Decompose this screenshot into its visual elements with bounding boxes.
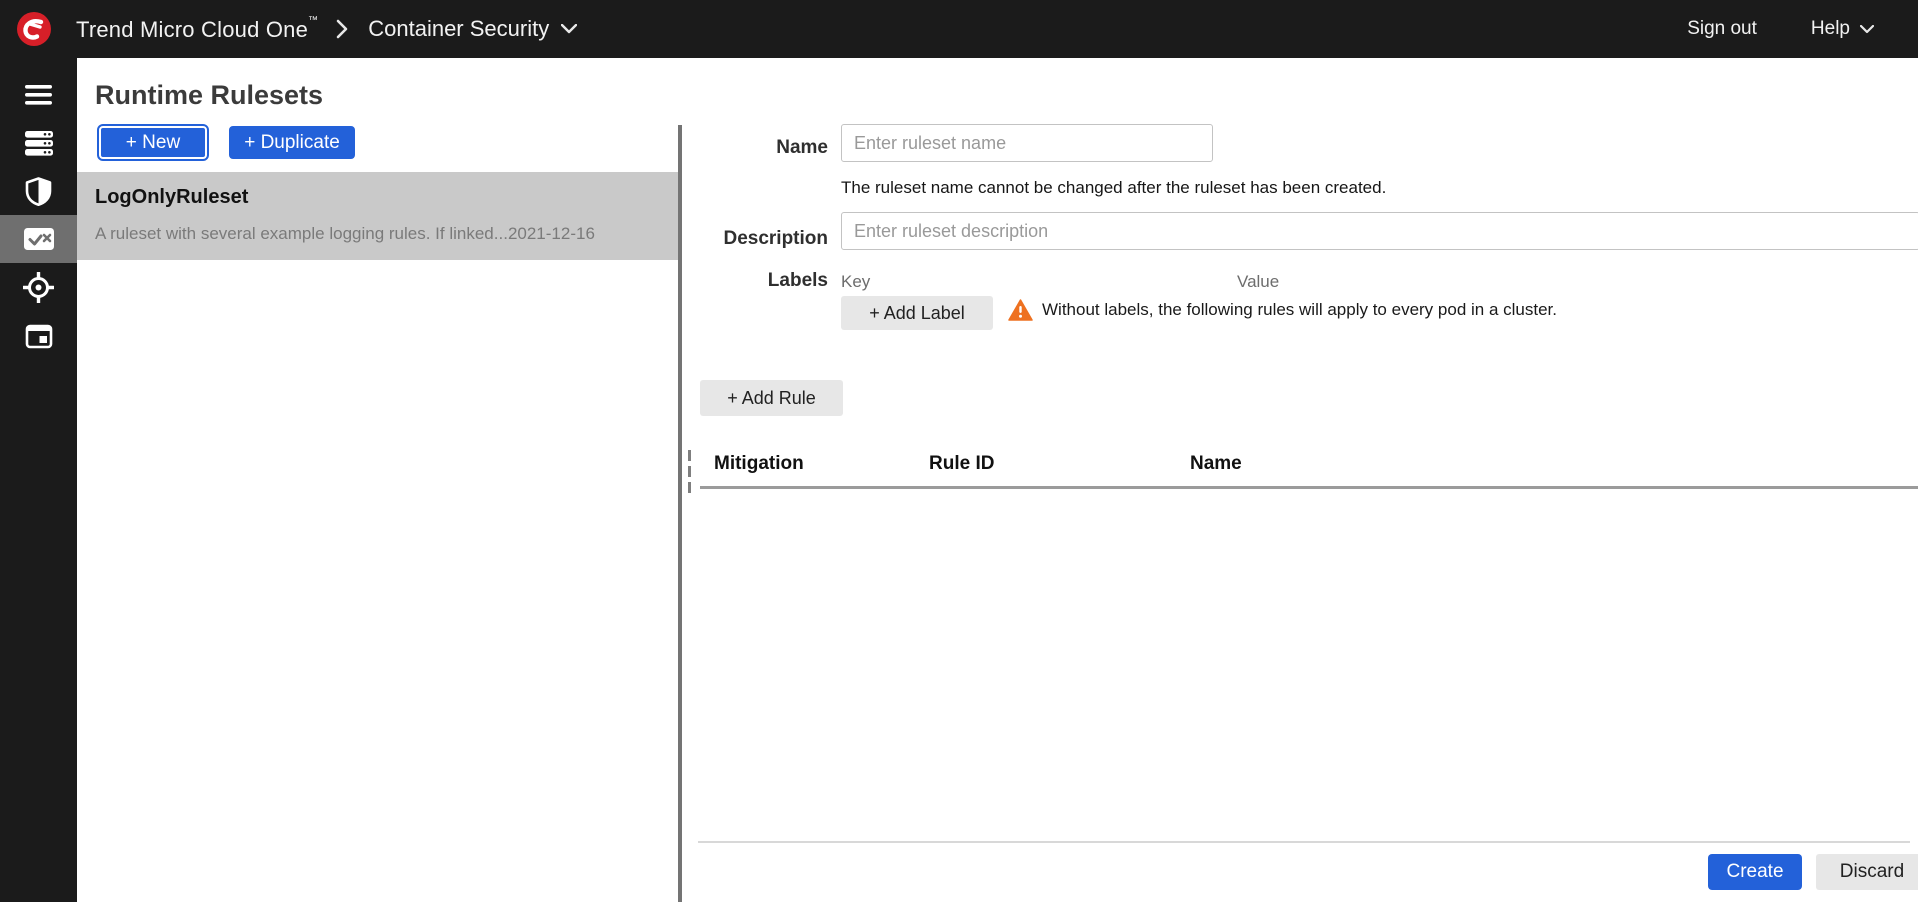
ruleset-name-input[interactable]	[841, 124, 1213, 162]
description-field-label: Description	[680, 228, 828, 250]
sidebar-item-events[interactable]	[0, 311, 77, 359]
chevron-down-icon	[1860, 25, 1874, 34]
labels-value-header: Value	[1237, 272, 1279, 292]
trademark-symbol: ™	[308, 15, 318, 26]
sidebar-item-policies[interactable]	[0, 167, 77, 215]
labels-warning: Without labels, the following rules will…	[1008, 299, 1557, 321]
target-icon	[23, 272, 54, 303]
column-header-mitigation[interactable]: Mitigation	[714, 453, 804, 475]
top-bar: Trend Micro Cloud One™ Container Securit…	[0, 0, 1918, 58]
ruleset-subline: A ruleset with several example logging r…	[95, 224, 662, 244]
servers-icon	[25, 131, 53, 156]
ruleset-toolbar: + New + Duplicate	[99, 126, 355, 159]
shield-icon	[25, 177, 52, 206]
sidebar-item-menu[interactable]	[0, 71, 77, 119]
calendar-icon	[25, 322, 53, 349]
product-switcher[interactable]: Container Security	[368, 16, 577, 42]
sign-out-link[interactable]: Sign out	[1687, 18, 1757, 40]
discard-button[interactable]: Discard	[1816, 854, 1918, 890]
page-title: Runtime Rulesets	[95, 80, 323, 111]
brand-title[interactable]: Trend Micro Cloud One™	[76, 15, 318, 43]
ruleset-folder-icon	[24, 228, 54, 250]
sidebar-item-scanners[interactable]	[0, 263, 77, 311]
ruleset-list-item[interactable]: LogOnlyRuleset A ruleset with several ex…	[77, 172, 678, 260]
name-help-text: The ruleset name cannot be changed after…	[841, 178, 1386, 198]
product-name: Container Security	[368, 16, 549, 42]
labels-warning-text: Without labels, the following rules will…	[1042, 300, 1557, 320]
ruleset-description: A ruleset with several example logging r…	[95, 224, 508, 244]
ruleset-name: LogOnlyRuleset	[95, 186, 248, 209]
ruleset-editor-panel: Name The ruleset name cannot be changed …	[680, 58, 1918, 902]
new-button[interactable]: + New	[99, 126, 207, 159]
add-rule-button[interactable]: + Add Rule	[700, 380, 843, 416]
footer-divider	[698, 841, 1910, 843]
warning-icon	[1008, 299, 1033, 321]
help-label: Help	[1811, 18, 1850, 40]
name-field-label: Name	[680, 137, 828, 159]
help-menu[interactable]: Help	[1811, 18, 1874, 40]
sidebar-item-clusters[interactable]	[0, 119, 77, 167]
duplicate-button[interactable]: + Duplicate	[229, 126, 355, 159]
chevron-down-icon	[561, 24, 577, 34]
column-header-name[interactable]: Name	[1190, 453, 1242, 475]
create-button[interactable]: Create	[1708, 854, 1802, 890]
sidebar-item-runtime-rulesets[interactable]	[0, 215, 77, 263]
rules-table-header: Mitigation Rule ID Name	[700, 453, 1918, 486]
ruleset-date: 2021-12-16	[508, 224, 595, 244]
table-header-divider	[700, 486, 1918, 489]
ruleset-list-panel: Runtime Rulesets + New + Duplicate LogOn…	[77, 58, 678, 902]
ruleset-description-input[interactable]	[841, 212, 1918, 250]
add-label-button[interactable]: + Add Label	[841, 296, 993, 330]
labels-key-header: Key	[841, 272, 870, 292]
labels-field-label: Labels	[680, 270, 828, 292]
trend-micro-logo-icon	[16, 11, 52, 47]
sidebar-nav	[0, 58, 77, 902]
column-header-rule-id[interactable]: Rule ID	[929, 453, 994, 475]
menu-icon	[25, 85, 52, 105]
breadcrumb-chevron-icon	[336, 19, 348, 39]
